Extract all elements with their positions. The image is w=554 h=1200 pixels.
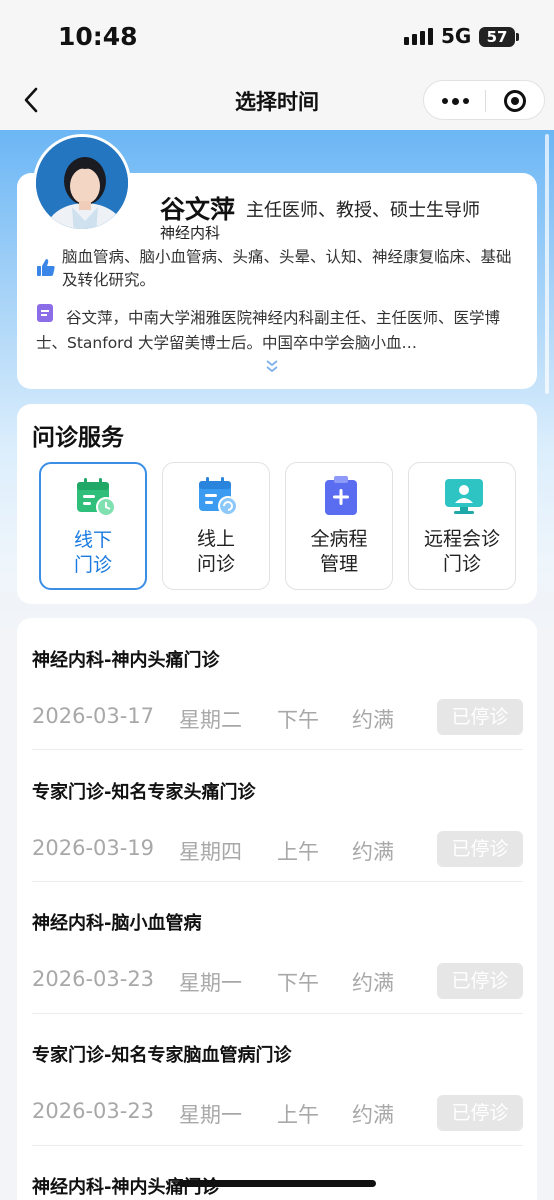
divider (32, 1013, 523, 1014)
monitor-person-icon (445, 479, 483, 514)
scrollbar[interactable] (545, 134, 549, 394)
service-tile-full-course[interactable]: 全病程 管理 (285, 462, 393, 590)
suspended-button[interactable]: 已停诊 (437, 831, 523, 867)
clipboard-plus-icon (325, 476, 357, 515)
divider (32, 749, 523, 750)
network-label: 5G (441, 24, 472, 48)
schedule-status: 约满 (352, 971, 394, 995)
mini-program-capsule (423, 80, 545, 120)
schedule-weekday: 星期四 (179, 840, 242, 864)
doctor-department: 神经内科 (160, 224, 221, 242)
schedule-period: 上午 (277, 840, 319, 864)
service-tile-label: 全病程 管理 (310, 528, 368, 575)
status-bar: 10:48 5G 57 (0, 0, 554, 72)
schedule-date: 2026-03-23 (32, 1099, 155, 1123)
service-tile-offline-clinic[interactable]: 线下 门诊 (39, 462, 147, 590)
schedule-weekday: 星期二 (179, 708, 242, 732)
suspended-button[interactable]: 已停诊 (437, 699, 523, 735)
clinic-name: 专家门诊-知名专家脑血管病门诊 (32, 1045, 292, 1066)
schedule-status: 约满 (352, 840, 394, 864)
signal-icon (404, 28, 433, 45)
clinic-name: 神经内科-脑小血管病 (32, 913, 202, 934)
doctor-title: 主任医师、教授、硕士生导师 (246, 200, 480, 221)
schedule-period: 下午 (277, 971, 319, 995)
avatar (33, 134, 131, 232)
suspended-button[interactable]: 已停诊 (437, 963, 523, 999)
calendar-refresh-icon (199, 477, 238, 516)
doctor-expertise: 脑血管病、脑小血管病、头痛、头晕、认知、神经康复临床、基础及转化研究。 (62, 248, 512, 289)
schedule-status: 约满 (352, 708, 394, 732)
nav-bar: 选择时间 (0, 72, 554, 130)
schedule-date: 2026-03-23 (32, 967, 155, 991)
schedule-period: 下午 (277, 708, 319, 732)
divider (32, 1145, 523, 1146)
clinic-name: 专家门诊-知名专家头痛门诊 (32, 782, 256, 803)
schedule-period: 上午 (277, 1103, 319, 1127)
service-tile-remote-consult[interactable]: 远程会诊 门诊 (408, 462, 516, 590)
battery-icon: 57 (479, 27, 515, 47)
service-tile-label: 线上 问诊 (196, 528, 235, 575)
status-time: 10:48 (58, 22, 138, 51)
schedule-weekday: 星期一 (179, 1103, 242, 1127)
thumbs-up-icon (37, 259, 55, 276)
doctor-intro: 谷文萍，中南大学湘雅医院神经内科副主任、主任医师、医学博士、Stanford 大… (36, 309, 501, 352)
schedule-date: 2026-03-19 (32, 836, 155, 860)
service-section-title: 问诊服务 (32, 425, 124, 451)
more-icon[interactable] (442, 97, 469, 105)
schedule-date: 2026-03-17 (32, 704, 155, 728)
schedule-weekday: 星期一 (179, 971, 242, 995)
service-tile-label: 远程会诊 门诊 (423, 528, 500, 575)
home-indicator[interactable] (178, 1180, 376, 1187)
service-tile-label: 线下 门诊 (73, 529, 112, 576)
suspended-button[interactable]: 已停诊 (437, 1095, 523, 1131)
schedule-status: 约满 (352, 1103, 394, 1127)
divider (32, 881, 523, 882)
calendar-clock-icon (77, 478, 116, 517)
service-tile-online-consult[interactable]: 线上 问诊 (162, 462, 270, 590)
capsule-divider (485, 90, 486, 112)
expand-chevron-icon[interactable] (264, 358, 280, 374)
close-target-icon[interactable] (504, 90, 526, 112)
clinic-name: 神经内科-神内头痛门诊 (32, 650, 220, 671)
battery-tip (516, 33, 519, 41)
doctor-name: 谷文萍 (160, 195, 236, 224)
